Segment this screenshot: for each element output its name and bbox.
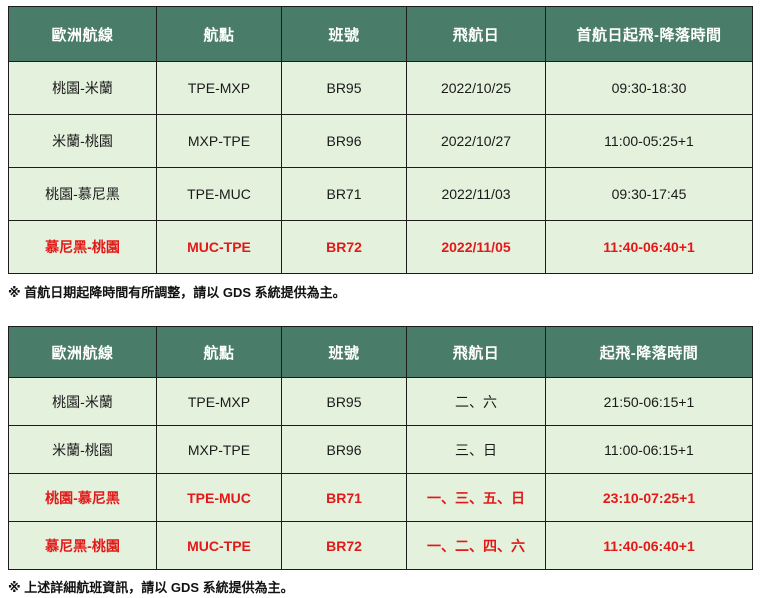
header-route: 歐洲航線 (8, 6, 157, 62)
header-flight: 班號 (281, 326, 407, 378)
route-cell: 桃園-慕尼黑 (8, 473, 157, 522)
header-date: 飛航日 (406, 6, 546, 62)
flight-cell: BR72 (281, 521, 407, 570)
table-row: 慕尼黑-桃園 MUC-TPE BR72 一、二、四、六 11:40-06:40+… (8, 521, 753, 570)
code-cell: TPE-MXP (156, 61, 282, 115)
table-row: 慕尼黑-桃園 MUC-TPE BR72 2022/11/05 11:40-06:… (8, 220, 753, 274)
flight-cell: BR71 (281, 167, 407, 221)
flight-cell: BR95 (281, 377, 407, 426)
date-cell: 一、二、四、六 (406, 521, 546, 570)
flight-cell: BR71 (281, 473, 407, 522)
code-cell: MXP-TPE (156, 114, 282, 168)
time-cell: 23:10-07:25+1 (545, 473, 753, 522)
code-cell: MXP-TPE (156, 425, 282, 474)
table-row: 米蘭-桃園 MXP-TPE BR96 2022/10/27 11:00-05:2… (8, 114, 753, 168)
table-row: 桃園-慕尼黑 TPE-MUC BR71 2022/11/03 09:30-17:… (8, 167, 753, 221)
route-cell: 桃園-米蘭 (8, 61, 157, 115)
first-table-note: ※ 首航日期起降時間有所調整，請以 GDS 系統提供為主。 (8, 285, 346, 300)
route-cell: 慕尼黑-桃園 (8, 521, 157, 570)
header-time: 首航日起飛-降落時間 (545, 6, 753, 62)
date-cell: 三、日 (406, 425, 546, 474)
date-cell: 2022/10/27 (406, 114, 546, 168)
header-row: 歐洲航線 航點 班號 飛航日 起飛-降落時間 (8, 326, 753, 378)
table-row: 桃園-慕尼黑 TPE-MUC BR71 一、三、五、日 23:10-07:25+… (8, 473, 753, 522)
flight-cell: BR95 (281, 61, 407, 115)
code-cell: TPE-MUC (156, 167, 282, 221)
flight-cell: BR96 (281, 114, 407, 168)
time-cell: 11:00-06:15+1 (545, 425, 753, 474)
header-flight: 班號 (281, 6, 407, 62)
date-cell: 2022/11/03 (406, 167, 546, 221)
date-cell: 2022/11/05 (406, 220, 546, 274)
time-cell: 09:30-17:45 (545, 167, 753, 221)
first-flight-schedule-table: 歐洲航線 航點 班號 飛航日 首航日起飛-降落時間 桃園-米蘭 TPE-MXP … (8, 6, 753, 274)
time-cell: 21:50-06:15+1 (545, 377, 753, 426)
code-cell: MUC-TPE (156, 521, 282, 570)
header-code: 航點 (156, 326, 282, 378)
flight-cell: BR72 (281, 220, 407, 274)
code-cell: MUC-TPE (156, 220, 282, 274)
date-cell: 一、三、五、日 (406, 473, 546, 522)
table-row: 桃園-米蘭 TPE-MXP BR95 2022/10/25 09:30-18:3… (8, 61, 753, 115)
header-row: 歐洲航線 航點 班號 飛航日 首航日起飛-降落時間 (8, 6, 753, 62)
table-row: 米蘭-桃園 MXP-TPE BR96 三、日 11:00-06:15+1 (8, 425, 753, 474)
flight-cell: BR96 (281, 425, 407, 474)
header-code: 航點 (156, 6, 282, 62)
table-row: 桃園-米蘭 TPE-MXP BR95 二、六 21:50-06:15+1 (8, 377, 753, 426)
second-table-note: ※ 上述詳細航班資訊，請以 GDS 系統提供為主。 (8, 580, 294, 595)
date-cell: 二、六 (406, 377, 546, 426)
time-cell: 11:00-05:25+1 (545, 114, 753, 168)
time-cell: 11:40-06:40+1 (545, 521, 753, 570)
code-cell: TPE-MUC (156, 473, 282, 522)
header-date: 飛航日 (406, 326, 546, 378)
route-cell: 桃園-米蘭 (8, 377, 157, 426)
date-cell: 2022/10/25 (406, 61, 546, 115)
route-cell: 桃園-慕尼黑 (8, 167, 157, 221)
time-cell: 09:30-18:30 (545, 61, 753, 115)
route-cell: 米蘭-桃園 (8, 114, 157, 168)
time-cell: 11:40-06:40+1 (545, 220, 753, 274)
route-cell: 米蘭-桃園 (8, 425, 157, 474)
header-route: 歐洲航線 (8, 326, 157, 378)
header-time: 起飛-降落時間 (545, 326, 753, 378)
code-cell: TPE-MXP (156, 377, 282, 426)
route-cell: 慕尼黑-桃園 (8, 220, 157, 274)
second-flight-schedule-table: 歐洲航線 航點 班號 飛航日 起飛-降落時間 桃園-米蘭 TPE-MXP BR9… (8, 326, 753, 570)
